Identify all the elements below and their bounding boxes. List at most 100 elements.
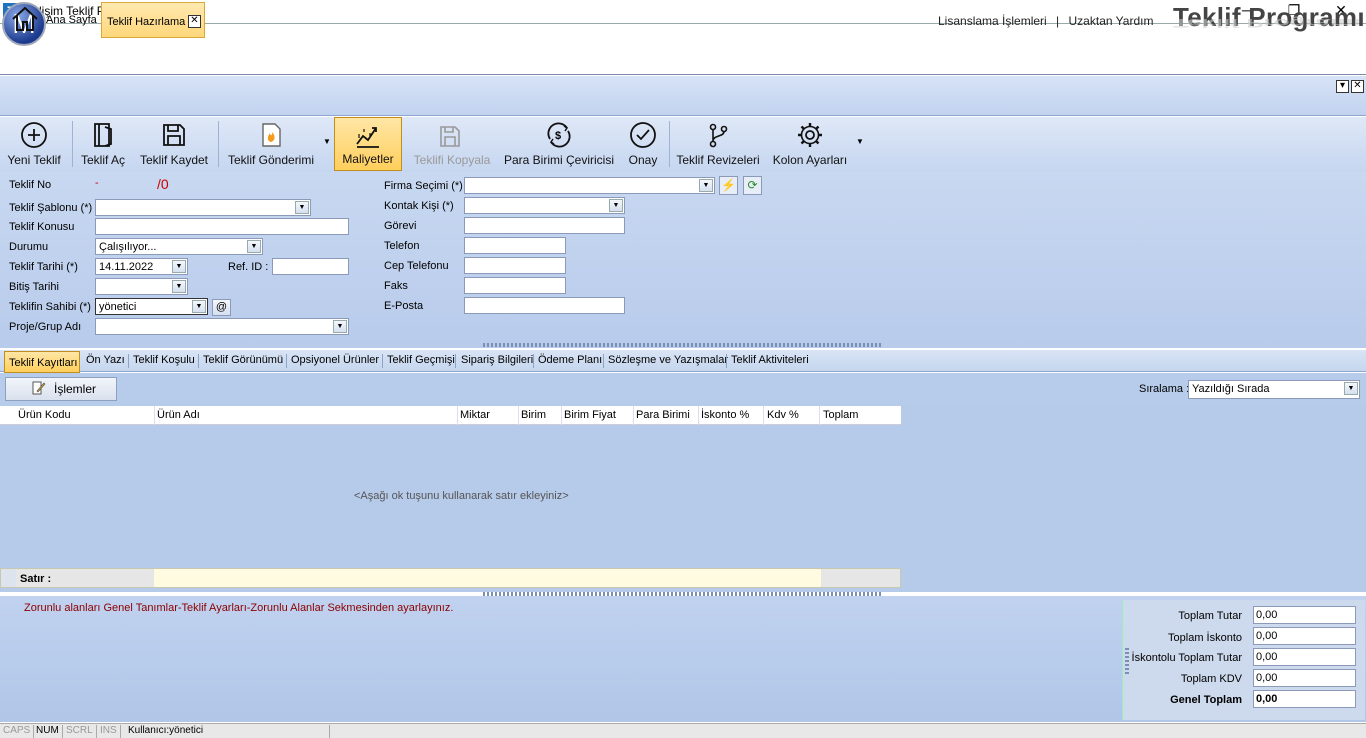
close-tab-icon[interactable]: ✕ bbox=[188, 15, 201, 28]
approve-button[interactable]: Onay bbox=[622, 117, 664, 171]
send-dropdown-icon[interactable]: ▼ bbox=[323, 137, 331, 146]
column-settings-dropdown-icon[interactable]: ▼ bbox=[856, 137, 864, 146]
role-input[interactable] bbox=[464, 217, 625, 234]
chevron-down-icon[interactable]: ▼ bbox=[192, 300, 206, 313]
tab-menu-icon[interactable]: ▾ bbox=[1336, 80, 1349, 93]
currency-converter-label: Para Birimi Çeviricisi bbox=[503, 153, 614, 167]
chevron-down-icon[interactable]: ▼ bbox=[699, 179, 713, 192]
grand-total-value: 0,00 bbox=[1253, 690, 1356, 708]
check-circle-icon bbox=[630, 122, 656, 148]
home-icon[interactable] bbox=[10, 5, 40, 33]
col-discount[interactable]: İskonto % bbox=[701, 409, 749, 423]
mobile-label: Cep Telefonu bbox=[384, 260, 449, 272]
quote-no-value: /0 bbox=[157, 176, 169, 192]
tab-close-all-icon[interactable]: ✕ bbox=[1351, 80, 1364, 93]
tab-contracts[interactable]: Sözleşme ve Yazışmalar bbox=[608, 354, 728, 366]
col-vat[interactable]: Kdv % bbox=[767, 409, 799, 423]
firm-select[interactable]: ▼ bbox=[464, 177, 715, 194]
template-select[interactable]: ▼ bbox=[95, 199, 311, 216]
send-quote-button[interactable]: Teklif Gönderimi bbox=[224, 117, 318, 171]
contact-label: Kontak Kişi (*) bbox=[384, 200, 454, 212]
brand-reflection: Teklif Programı bbox=[1173, 16, 1361, 31]
end-date-picker[interactable]: ▼ bbox=[95, 278, 188, 295]
col-quantity[interactable]: Miktar bbox=[460, 409, 490, 423]
document-fire-icon bbox=[262, 123, 281, 147]
caps-indicator: CAPS bbox=[0, 725, 35, 738]
lightning-icon[interactable]: ⚡ bbox=[719, 176, 738, 195]
col-product-code[interactable]: Ürün Kodu bbox=[18, 409, 71, 423]
col-currency[interactable]: Para Birimi bbox=[636, 409, 690, 423]
quote-date-picker[interactable]: 14.11.2022 ▼ bbox=[95, 258, 188, 275]
chart-trend-icon bbox=[356, 127, 379, 148]
total-amount-label: Toplam Tutar bbox=[1178, 610, 1242, 622]
owner-select[interactable]: yönetici ▼ bbox=[95, 298, 208, 315]
grid-empty-hint: <Aşağı ok tuşunu kullanarak satır ekleyi… bbox=[354, 490, 569, 502]
chevron-down-icon[interactable]: ▼ bbox=[1344, 382, 1358, 395]
ref-id-input[interactable] bbox=[272, 258, 349, 275]
col-total[interactable]: Toplam bbox=[823, 409, 858, 423]
tab-home[interactable]: Ana Sayfa bbox=[46, 14, 97, 26]
license-link[interactable]: Lisanslama İşlemleri bbox=[938, 14, 1047, 28]
currency-converter-button[interactable]: $ Para Birimi Çeviricisi bbox=[502, 117, 616, 171]
tab-activities[interactable]: Teklif Aktiviteleri bbox=[731, 354, 809, 366]
quote-no-label: Teklif No bbox=[9, 179, 52, 191]
ribbon-separator bbox=[218, 121, 219, 167]
tab-optional-products[interactable]: Opsiyonel Ürünler bbox=[291, 354, 379, 366]
col-unit[interactable]: Birim bbox=[521, 409, 546, 423]
tab-payment-plan[interactable]: Ödeme Planı bbox=[538, 354, 602, 366]
tab-separator bbox=[533, 354, 534, 368]
save-quote-button[interactable]: Teklif Kaydet bbox=[138, 117, 210, 171]
col-unit-price[interactable]: Birim Fiyat bbox=[564, 409, 616, 423]
sort-value: Yazıldığı Sırada bbox=[1192, 383, 1270, 395]
save-quote-label: Teklif Kaydet bbox=[139, 153, 209, 167]
discounted-total-label: İskontolu Toplam Tutar bbox=[1131, 652, 1242, 664]
column-settings-button[interactable]: Kolon Ayarları bbox=[768, 117, 852, 171]
tab-history[interactable]: Teklif Geçmişi bbox=[387, 354, 455, 366]
row-count-label: Satır : bbox=[20, 573, 52, 585]
col-product-name[interactable]: Ürün Adı bbox=[157, 409, 200, 423]
insert-indicator: INS bbox=[97, 725, 121, 738]
copy-quote-button[interactable]: Teklifi Kopyala bbox=[410, 117, 494, 171]
mobile-input[interactable] bbox=[464, 257, 566, 274]
status-select[interactable]: Çalışılıyor... ▼ bbox=[95, 238, 263, 255]
tab-separator bbox=[382, 354, 383, 368]
tab-cover-letter[interactable]: Ön Yazı bbox=[86, 354, 125, 366]
new-quote-button[interactable]: Yeni Teklif bbox=[0, 117, 68, 171]
project-label: Proje/Grup Adı bbox=[9, 321, 82, 333]
subject-label: Teklif Konusu bbox=[9, 221, 75, 233]
role-label: Görevi bbox=[384, 220, 417, 232]
chevron-down-icon[interactable]: ▼ bbox=[295, 201, 309, 214]
subject-input[interactable] bbox=[95, 218, 349, 235]
chevron-down-icon[interactable]: ▼ bbox=[172, 260, 186, 273]
plus-circle-icon bbox=[21, 122, 47, 148]
fax-input[interactable] bbox=[464, 277, 566, 294]
row-footer-indicator bbox=[1, 569, 16, 587]
sort-select[interactable]: Yazıldığı Sırada ▼ bbox=[1188, 380, 1360, 399]
email-input[interactable] bbox=[464, 297, 625, 314]
tab-quote-records[interactable]: Teklif Kayıtları bbox=[4, 351, 80, 373]
ribbon-separator bbox=[72, 121, 73, 167]
phone-input[interactable] bbox=[464, 237, 566, 254]
actions-button[interactable]: İşlemler bbox=[5, 377, 117, 401]
refresh-icon[interactable]: ⟳ bbox=[743, 176, 762, 195]
contact-select[interactable]: ▼ bbox=[464, 197, 625, 214]
project-select[interactable]: ▼ bbox=[95, 318, 349, 335]
open-quote-button[interactable]: Teklif Aç bbox=[76, 117, 130, 171]
remote-help-link[interactable]: Uzaktan Yardım bbox=[1069, 14, 1154, 28]
splitter-grip[interactable] bbox=[483, 343, 883, 347]
chevron-down-icon[interactable]: ▼ bbox=[172, 280, 186, 293]
save-disk-icon bbox=[163, 124, 185, 146]
tab-appearance[interactable]: Teklif Görünümü bbox=[203, 354, 283, 366]
tab-order-info[interactable]: Sipariş Bilgileri bbox=[461, 354, 533, 366]
tab-conditions[interactable]: Teklif Koşulu bbox=[133, 354, 195, 366]
costs-button[interactable]: Maliyetler bbox=[334, 117, 402, 171]
col-separator bbox=[633, 406, 634, 425]
chevron-down-icon[interactable]: ▼ bbox=[333, 320, 347, 333]
chevron-down-icon[interactable]: ▼ bbox=[609, 199, 623, 212]
tab-separator bbox=[286, 354, 287, 368]
owner-email-button[interactable]: @ bbox=[212, 299, 231, 316]
tab-quote-prep[interactable]: Teklif Hazırlama ✕ bbox=[101, 2, 205, 38]
chevron-down-icon[interactable]: ▼ bbox=[247, 240, 261, 253]
col-separator bbox=[561, 406, 562, 425]
revisions-button[interactable]: Teklif Revizeleri bbox=[674, 117, 762, 171]
